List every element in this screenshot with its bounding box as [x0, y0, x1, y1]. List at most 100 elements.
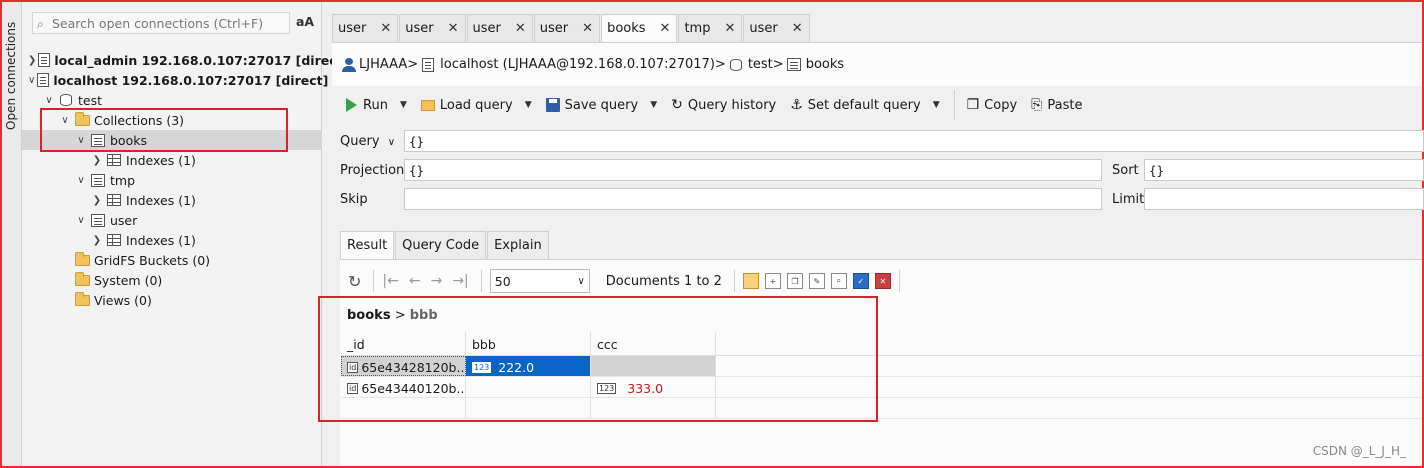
cell-value: 222.0 — [498, 359, 535, 375]
chevron-right-icon[interactable]: ❯ — [90, 155, 104, 166]
tree-item-indexes[interactable]: ❯ Indexes (1) — [22, 230, 322, 250]
path-collection[interactable]: books — [347, 308, 391, 323]
tree-item-collections[interactable]: ∨ Collections (3) — [22, 110, 322, 130]
close-icon[interactable]: ✕ — [582, 21, 593, 36]
breadcrumb-collection[interactable]: books — [784, 57, 844, 72]
query-input[interactable]: {} — [404, 130, 1424, 152]
breadcrumb-host-label: localhost (LJHAAA@192.168.0.107:27017) — [440, 57, 715, 72]
query-history-button[interactable]: ↻ Query history — [671, 97, 776, 113]
table-row[interactable]: id 65e43428120b... 123 222.0 — [341, 356, 1422, 377]
delete-icon[interactable]: ✕ — [874, 273, 891, 289]
tab-user[interactable]: user ✕ — [743, 14, 810, 42]
tab-books[interactable]: books ✕ — [601, 14, 678, 42]
set-default-query-button[interactable]: ⚓ Set default query ▼ — [790, 97, 939, 113]
chevron-right-icon[interactable]: ❯ — [28, 55, 36, 66]
breadcrumb-host[interactable]: localhost (LJHAAA@192.168.0.107:27017) — [418, 57, 715, 72]
collection-label: tmp — [110, 172, 136, 188]
first-page-icon[interactable]: |← — [382, 273, 398, 289]
tree-item-gridfs[interactable]: GridFS Buckets (0) — [22, 250, 322, 270]
chevron-down-icon[interactable]: ∨ — [42, 95, 56, 106]
last-page-icon[interactable]: →| — [452, 273, 468, 289]
query-label[interactable]: Query ∨ — [340, 134, 395, 149]
tree-item-views[interactable]: Views (0) — [22, 290, 322, 310]
view-document-icon[interactable]: ⌕ — [830, 273, 847, 289]
table-cell-bbb[interactable] — [466, 377, 591, 397]
edit-document-icon[interactable]: ✎ — [808, 273, 825, 289]
tree-item-connection-local-admin[interactable]: ❯ local_admin 192.168.0.107:27017 [direc… — [22, 50, 348, 70]
breadcrumb-separator: > — [772, 57, 784, 72]
tab-user[interactable]: user ✕ — [533, 14, 601, 42]
copy-button[interactable]: ❐ Copy — [967, 97, 1018, 113]
connections-sidebar: ⌕ Search open connections (Ctrl+F) aA ❯ … — [22, 2, 348, 466]
column-header-ccc[interactable]: ccc — [591, 332, 716, 355]
tree-item-indexes[interactable]: ❯ Indexes (1) — [22, 190, 322, 210]
tab-user[interactable]: user ✕ — [332, 14, 399, 42]
run-button[interactable]: Run ▼ — [346, 98, 407, 113]
tab-tmp[interactable]: tmp ✕ — [678, 14, 743, 42]
close-icon[interactable]: ✕ — [515, 21, 526, 36]
sort-input[interactable]: {} — [1144, 159, 1424, 181]
close-icon[interactable]: ✕ — [724, 21, 735, 36]
chevron-down-icon[interactable]: ∨ — [74, 215, 88, 226]
close-icon[interactable]: ✕ — [448, 21, 459, 36]
clone-document-icon[interactable]: ❐ — [786, 273, 803, 289]
tab-explain[interactable]: Explain — [487, 231, 549, 259]
chevron-down-icon[interactable]: ∨ — [388, 137, 395, 148]
tab-user[interactable]: user ✕ — [399, 14, 466, 42]
add-document-icon[interactable]: + — [764, 273, 781, 289]
close-icon[interactable]: ✕ — [660, 21, 671, 36]
column-header-bbb[interactable]: bbb — [466, 332, 591, 355]
match-case-button[interactable]: aA — [296, 14, 314, 29]
tab-result[interactable]: Result — [340, 231, 395, 259]
page-size-select[interactable]: 50 ∨ — [489, 269, 590, 293]
load-query-button[interactable]: Load query ▼ — [420, 98, 532, 113]
tab-user[interactable]: user ✕ — [466, 14, 533, 42]
skip-input[interactable] — [404, 188, 1102, 210]
search-input[interactable]: ⌕ Search open connections (Ctrl+F) — [32, 12, 290, 34]
query-row: Query ∨ {} — [332, 130, 1424, 154]
tree-item-connection-localhost[interactable]: ∨ localhost 192.168.0.107:27017 [direct] — [22, 70, 328, 90]
paste-label: Paste — [1047, 97, 1083, 113]
paste-button[interactable]: ⎘ Paste — [1031, 97, 1082, 113]
table-cell-ccc[interactable] — [591, 356, 716, 376]
table-row[interactable]: id 65e43440120b... 123 333.0 — [341, 377, 1422, 398]
tree-item-indexes[interactable]: ❯ Indexes (1) — [22, 150, 322, 170]
open-connections-strip[interactable]: Open connections — [2, 2, 22, 466]
tree-item-collection-tmp[interactable]: ∨ tmp — [22, 170, 322, 190]
close-icon[interactable]: ✕ — [380, 21, 391, 36]
chevron-right-icon[interactable]: ❯ — [90, 235, 104, 246]
lock-icon[interactable] — [742, 273, 759, 289]
breadcrumb-db[interactable]: test — [726, 57, 773, 72]
projection-input[interactable]: {} — [404, 159, 1102, 181]
previous-page-icon[interactable]: ← — [409, 273, 421, 289]
tab-label: tmp — [684, 21, 711, 36]
next-page-icon[interactable]: → — [431, 273, 443, 289]
refresh-icon[interactable]: ↻ — [348, 272, 361, 291]
table-cell-id[interactable]: id 65e43440120b... — [341, 377, 466, 397]
chevron-down-icon[interactable]: ∨ — [28, 75, 35, 86]
chevron-down-icon[interactable]: ▼ — [933, 100, 940, 110]
close-icon[interactable]: ✕ — [792, 21, 803, 36]
chevron-down-icon[interactable]: ∨ — [74, 175, 88, 186]
tree-item-collection-books[interactable]: ∨ books — [22, 130, 322, 150]
chevron-down-icon[interactable]: ∨ — [58, 115, 72, 126]
chevron-down-icon[interactable]: ▼ — [400, 100, 407, 110]
tree-item-collection-user[interactable]: ∨ user — [22, 210, 322, 230]
column-header-id[interactable]: _id — [341, 332, 466, 355]
chevron-down-icon[interactable]: ∨ — [74, 135, 88, 146]
chevron-down-icon[interactable]: ▼ — [525, 100, 532, 110]
breadcrumb-user[interactable]: LJHAAA — [342, 57, 407, 72]
chevron-right-icon[interactable]: ❯ — [90, 195, 104, 206]
commit-icon[interactable]: ✓ — [852, 273, 869, 289]
table-cell-id[interactable]: id 65e43428120b... — [341, 356, 466, 376]
tab-query-code[interactable]: Query Code — [395, 231, 487, 259]
tree-item-system[interactable]: System (0) — [22, 270, 322, 290]
chevron-down-icon: ∨ — [577, 275, 585, 287]
search-icon: ⌕ — [37, 17, 44, 31]
table-cell-bbb[interactable]: 123 222.0 — [466, 356, 591, 376]
table-cell-ccc[interactable]: 123 333.0 — [591, 377, 716, 397]
chevron-down-icon[interactable]: ▼ — [650, 100, 657, 110]
save-query-button[interactable]: Save query ▼ — [545, 98, 657, 113]
tree-item-database-test[interactable]: ∨ test — [22, 90, 322, 110]
limit-input[interactable] — [1144, 188, 1424, 210]
